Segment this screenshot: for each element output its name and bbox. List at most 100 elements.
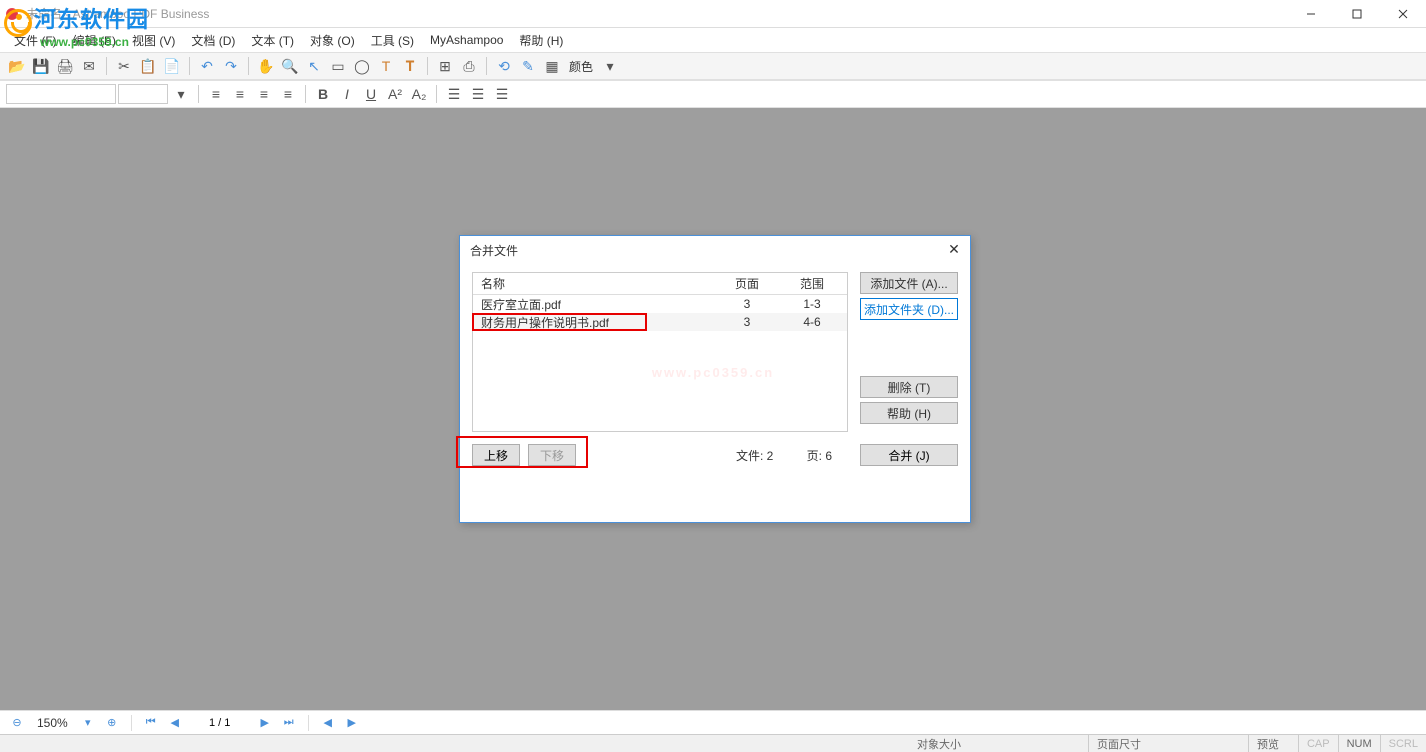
file-list[interactable]: 名称 页面 范围 医疗室立面.pdf 3 1-3 财务用户操作说明书.pdf 3… — [472, 272, 848, 432]
align-center-icon[interactable]: ≡ — [229, 83, 251, 105]
status-scrl: SCRL — [1381, 735, 1426, 752]
bottom-nav-bar: ⊖ 150% ▾ ⊕ ⏮ ◀ ▶ ⏭ ◀ ▶ — [0, 710, 1426, 734]
hand-icon[interactable]: ✋ — [255, 55, 277, 77]
toolbar-format: ▾ ≡ ≡ ≡ ≡ B I U A² A₂ ☰ ☰ ☰ — [0, 80, 1426, 108]
line-spacing-3-icon[interactable]: ☰ — [491, 83, 513, 105]
list-row[interactable]: 医疗室立面.pdf 3 1-3 — [473, 295, 847, 313]
status-object-size: 对象大小 — [909, 735, 1089, 752]
color-label: 颜色 — [565, 58, 597, 75]
column-range[interactable]: 范围 — [777, 275, 847, 292]
status-num: NUM — [1339, 735, 1381, 752]
stamp-icon[interactable]: ⎙ — [458, 55, 480, 77]
first-page-button[interactable]: ⏮ — [142, 714, 160, 732]
row-range: 1-3 — [777, 297, 847, 311]
column-pages[interactable]: 页面 — [717, 275, 777, 292]
select-oval-icon[interactable]: ◯ — [351, 55, 373, 77]
menu-document[interactable]: 文档 (D) — [185, 30, 241, 51]
italic-icon[interactable]: I — [336, 83, 358, 105]
menu-view[interactable]: 视图 (V) — [126, 30, 181, 51]
dialog-close-button[interactable]: ✕ — [946, 242, 962, 258]
list-header: 名称 页面 范围 — [473, 273, 847, 295]
column-name[interactable]: 名称 — [473, 275, 717, 292]
status-preview: 预览 — [1249, 735, 1299, 752]
font-family-dropdown[interactable] — [6, 84, 116, 104]
open-icon[interactable]: 📂 — [6, 55, 28, 77]
zoom-out-button[interactable]: ⊖ — [8, 714, 26, 732]
menu-text[interactable]: 文本 (T) — [245, 30, 300, 51]
file-count: 文件: 2 — [736, 449, 773, 463]
link-icon[interactable]: ⟲ — [493, 55, 515, 77]
menu-help[interactable]: 帮助 (H) — [513, 30, 569, 51]
toolbar-main: 📂 💾 🖨 ✉ ✂ 📋 📄 ↶ ↷ ✋ 🔍 ↖ ▭ ◯ T 𝐓 ⊞ ⎙ ⟲ ✎ … — [0, 52, 1426, 80]
status-bar: 对象大小 页面尺寸 预览 CAP NUM SCRL — [0, 734, 1426, 752]
page-count: 页: 6 — [807, 449, 832, 463]
subscript-icon[interactable]: A₂ — [408, 83, 430, 105]
close-button[interactable] — [1380, 0, 1426, 28]
font-size-dropdown-icon[interactable]: ▾ — [170, 83, 192, 105]
align-right-icon[interactable]: ≡ — [253, 83, 275, 105]
row-name: 财务用户操作说明书.pdf — [473, 314, 717, 331]
menu-tools[interactable]: 工具 (S) — [365, 30, 420, 51]
next-page-button[interactable]: ▶ — [256, 714, 274, 732]
dialog-title-bar[interactable]: 合并文件 ✕ — [460, 236, 970, 264]
print-icon[interactable]: 🖨 — [54, 55, 76, 77]
list-row[interactable]: 财务用户操作说明书.pdf 3 4-6 — [473, 313, 847, 331]
undo-icon[interactable]: ↶ — [196, 55, 218, 77]
align-left-icon[interactable]: ≡ — [205, 83, 227, 105]
row-pages: 3 — [717, 315, 777, 329]
delete-button[interactable]: 删除 (T) — [860, 376, 958, 398]
zoom-value[interactable]: 150% — [32, 715, 73, 731]
last-page-button[interactable]: ⏭ — [280, 714, 298, 732]
text-icon[interactable]: T — [375, 55, 397, 77]
paste-icon[interactable]: 📄 — [161, 55, 183, 77]
menu-bar: 文件 (F) 编辑 (E) 视图 (V) 文档 (D) 文本 (T) 对象 (O… — [0, 28, 1426, 52]
prev-page-button[interactable]: ◀ — [166, 714, 184, 732]
menu-edit[interactable]: 编辑 (E) — [67, 30, 122, 51]
zoom-dropdown-icon[interactable]: ▾ — [79, 714, 97, 732]
menu-object[interactable]: 对象 (O) — [304, 30, 361, 51]
center-watermark: www.pc0359.cn — [652, 365, 774, 380]
move-down-button[interactable]: 下移 — [528, 444, 576, 466]
select-rect-icon[interactable]: ▭ — [327, 55, 349, 77]
line-spacing-2-icon[interactable]: ☰ — [467, 83, 489, 105]
fill-icon[interactable]: ▦ — [541, 55, 563, 77]
dialog-title: 合并文件 — [470, 242, 518, 259]
underline-icon[interactable]: U — [360, 83, 382, 105]
save-icon[interactable]: 💾 — [30, 55, 52, 77]
cut-icon[interactable]: ✂ — [113, 55, 135, 77]
status-cap: CAP — [1299, 735, 1339, 752]
maximize-button[interactable] — [1334, 0, 1380, 28]
help-button[interactable]: 帮助 (H) — [860, 402, 958, 424]
app-icon — [4, 6, 20, 22]
row-name: 医疗室立面.pdf — [473, 296, 717, 313]
zoom-icon[interactable]: 🔍 — [279, 55, 301, 77]
move-up-button[interactable]: 上移 — [472, 444, 520, 466]
bold-icon[interactable]: B — [312, 83, 334, 105]
nav-forward-button[interactable]: ▶ — [343, 714, 361, 732]
window-title: 未命名 - Ashampoo PDF Business — [26, 5, 209, 22]
email-icon[interactable]: ✉ — [78, 55, 100, 77]
menu-file[interactable]: 文件 (F) — [8, 30, 63, 51]
row-pages: 3 — [717, 297, 777, 311]
highlight-icon[interactable]: ✎ — [517, 55, 539, 77]
redo-icon[interactable]: ↷ — [220, 55, 242, 77]
superscript-icon[interactable]: A² — [384, 83, 406, 105]
form-icon[interactable]: ⊞ — [434, 55, 456, 77]
add-folder-button[interactable]: 添加文件夹 (D)... — [860, 298, 958, 320]
zoom-in-button[interactable]: ⊕ — [103, 714, 121, 732]
merge-button[interactable]: 合并 (J) — [860, 444, 958, 466]
add-file-button[interactable]: 添加文件 (A)... — [860, 272, 958, 294]
font-size-dropdown[interactable] — [118, 84, 168, 104]
copy-icon[interactable]: 📋 — [137, 55, 159, 77]
nav-back-button[interactable]: ◀ — [319, 714, 337, 732]
color-dropdown-icon[interactable]: ▾ — [599, 55, 621, 77]
title-bar: 未命名 - Ashampoo PDF Business — [0, 0, 1426, 28]
line-spacing-1-icon[interactable]: ☰ — [443, 83, 465, 105]
page-number-input[interactable] — [190, 717, 250, 729]
pointer-icon[interactable]: ↖ — [303, 55, 325, 77]
row-range: 4-6 — [777, 315, 847, 329]
menu-myashampoo[interactable]: MyAshampoo — [424, 31, 509, 49]
minimize-button[interactable] — [1288, 0, 1334, 28]
align-justify-icon[interactable]: ≡ — [277, 83, 299, 105]
text-box-icon[interactable]: 𝐓 — [399, 55, 421, 77]
